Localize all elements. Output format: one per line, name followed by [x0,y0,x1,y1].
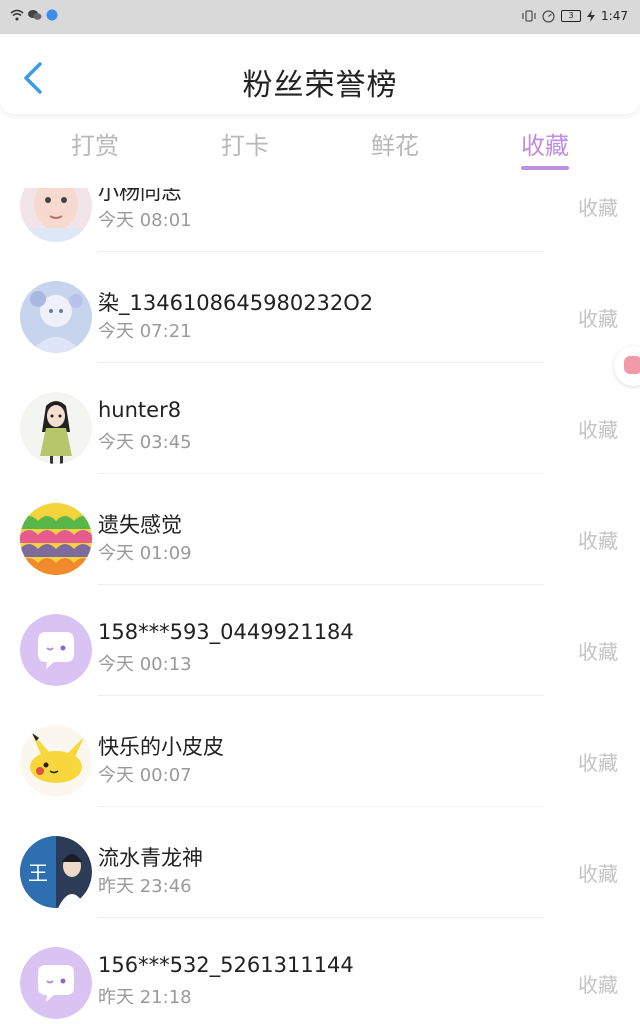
vibrate-icon [522,10,536,22]
favorite-label: 收藏 [578,973,618,997]
list-item[interactable]: 染_1346108645980232O2 今天 07:21 收藏 [0,281,640,392]
page-title: 粉丝荣誉榜 [242,68,398,103]
timestamp: 今天 03:45 [98,432,192,453]
user-avatar [20,281,92,353]
user-name: 156***532_5261311144 [98,953,354,977]
user-name: 染_1346108645980232O2 [98,291,374,315]
tab-favorites[interactable]: 收藏 [500,126,590,161]
timestamp: 今天 00:13 [98,654,192,675]
list-item[interactable]: 小杨同志 今天 08:01 收藏 [0,188,640,281]
divider [98,917,544,918]
list-item[interactable]: 快乐的小皮皮 今天 00:07 收藏 [0,725,640,836]
divider [98,251,544,252]
status-left [10,9,58,21]
user-avatar [20,392,92,464]
favorite-label: 收藏 [578,529,618,553]
list-item[interactable]: 王 流水青龙神 昨天 23:46 收藏 [0,836,640,947]
divider [98,473,544,474]
timestamp: 今天 07:21 [98,321,192,342]
avatar-character-label: 王 [28,861,48,885]
divider [98,806,544,807]
favorite-label: 收藏 [578,196,618,220]
speed-icon [542,10,555,22]
list-item[interactable]: hunter8 今天 03:45 收藏 [0,392,640,503]
divider [98,584,544,585]
wechat-icon [28,10,42,20]
list-item[interactable]: 遗失感觉 今天 01:09 收藏 [0,503,640,614]
tab-checkin[interactable]: 打卡 [200,126,290,161]
tab-reward[interactable]: 打赏 [50,126,140,161]
user-avatar [20,503,92,575]
user-name: 流水青龙神 [98,846,203,870]
favorite-label: 收藏 [578,751,618,775]
status-bar: 3 1:47 [0,0,640,34]
user-name: 小杨同志 [98,188,182,204]
favorite-label: 收藏 [578,418,618,442]
user-avatar: 王 [20,836,92,908]
favorite-label: 收藏 [578,862,618,886]
user-avatar [20,947,92,1019]
favorite-label: 收藏 [578,307,618,331]
status-right: 3 1:47 [522,9,628,23]
list-item[interactable]: 158***593_0449921184 今天 00:13 收藏 [0,614,640,725]
timestamp: 今天 01:09 [98,543,192,564]
timestamp: 昨天 21:18 [98,987,192,1008]
user-name: hunter8 [98,398,182,422]
battery-icon: 3 [561,10,582,22]
divider [98,362,544,363]
user-name: 158***593_0449921184 [98,620,354,644]
user-avatar [20,614,92,686]
clock: 1:47 [601,9,628,23]
timestamp: 昨天 23:46 [98,876,192,897]
timestamp: 今天 00:07 [98,765,192,786]
user-avatar [20,188,92,242]
list-item[interactable]: 156***532_5261311144 昨天 21:18 收藏 [0,947,640,1024]
favorite-label: 收藏 [578,640,618,664]
app-icon [46,9,58,21]
header: 粉丝荣誉榜 [0,34,640,114]
tab-bar: 打赏 打卡 鲜花 收藏 [0,118,640,178]
user-avatar [20,725,92,797]
user-name: 快乐的小皮皮 [98,735,224,759]
fan-list: 小杨同志 今天 08:01 收藏 染_1346108645980232O2 今天… [0,188,640,1024]
timestamp: 今天 08:01 [98,210,192,231]
chat-icon [624,356,640,374]
wifi-icon [10,9,24,21]
tab-active-indicator [521,166,569,170]
user-name: 遗失感觉 [98,513,182,537]
divider [98,695,544,696]
tab-flowers[interactable]: 鲜花 [350,126,440,161]
charging-icon [587,10,596,22]
